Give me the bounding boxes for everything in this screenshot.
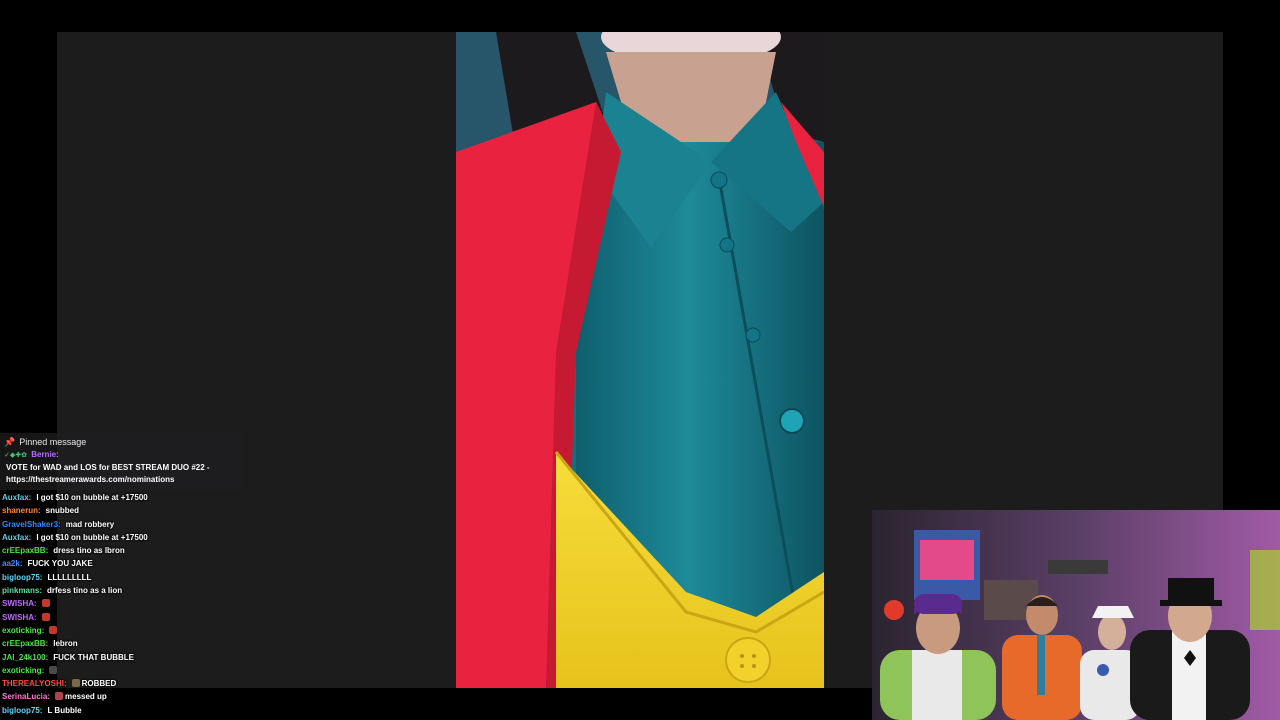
chat-username[interactable]: SerinaLucia: [2, 692, 50, 701]
chat-username[interactable]: crEEpaxBB: [2, 639, 48, 648]
chat-message: Auxfax: I got $10 on bubble at +17500 [2, 491, 243, 504]
chat-message: crEEpaxBB: lebron [2, 637, 243, 650]
emote-icon [41, 599, 50, 608]
streamer-cam-feed [872, 510, 1280, 720]
emote-icon [71, 679, 80, 688]
pin-icon: 📌 [4, 437, 16, 447]
chat-text: FUCK THAT BUBBLE [53, 652, 134, 662]
chat-text: dress tino as lbron [53, 546, 125, 556]
chat-message: shanerun: snubbed [2, 504, 243, 517]
pinned-message-header: 📌 Pinned message [4, 436, 239, 448]
emote-icon [49, 625, 58, 634]
emote-icon [49, 665, 58, 674]
chat-username[interactable]: pinkmans: [2, 586, 42, 595]
chat-username[interactable]: exoticking: [2, 626, 44, 635]
emote-icon [41, 612, 50, 621]
chat-username[interactable]: crEEpaxBB: [2, 546, 48, 555]
costume-closeup-image [456, 32, 824, 688]
chat-text: I got $10 on bubble at +17500 [36, 532, 148, 542]
chat-username[interactable]: shanerun: [2, 506, 41, 515]
chat-username[interactable]: aa2k: [2, 559, 22, 568]
chat-message: exoticking: [2, 624, 243, 637]
chat-message: bigloop75: LLLLLLLLL [2, 571, 243, 584]
chat-message: JAI_24k100: FUCK THAT BUBBLE [2, 651, 243, 664]
chat-message: SWISHA: [2, 611, 243, 624]
chat-message-list: Auxfax: I got $10 on bubble at +17500 shan… [0, 490, 245, 720]
chat-text: ROBBED [81, 679, 117, 689]
chat-text: I got $10 on bubble at +17500 [36, 493, 148, 502]
chat-text: FUCK YOU JAKE [27, 559, 93, 569]
chat-message: pinkmans: drfess tino as a lion [2, 584, 243, 597]
chat-username[interactable]: SWISHA: [2, 613, 37, 622]
chat-message: THEREALYOSHI: ROBBED [2, 677, 243, 690]
pinned-author[interactable]: Bernie [31, 450, 56, 459]
pinned-author-line: ✓◆✚✿ Bernie: [4, 450, 59, 459]
chat-message: bigloop75: L Bubble [2, 704, 243, 717]
chat-username[interactable]: THEREALYOSHI: [2, 679, 67, 688]
badge-icons: ✓◆✚✿ [4, 452, 27, 459]
chat-message: SWISHA: [2, 597, 243, 610]
pinned-message-text: VOTE for WAD and LOS for BEST STREAM DUO… [6, 463, 210, 484]
chat-text: mad robbery [65, 519, 115, 529]
chat-text: messed up [65, 692, 107, 702]
chat-username[interactable]: bigloop75: [2, 706, 42, 715]
chat-username[interactable]: SWISHA: [2, 599, 37, 608]
chat-message: GravelShaker3: mad robbery [2, 518, 243, 531]
streamers-group-image [872, 510, 1280, 720]
chat-username[interactable]: Auxfax: [2, 493, 31, 502]
chat-username[interactable]: JAI_24k100: [2, 653, 48, 662]
chat-message: crEEpaxBB: dress tino as lbron [2, 544, 243, 557]
emote-icon [55, 692, 64, 701]
chat-username[interactable]: bigloop75: [2, 573, 42, 582]
pinned-message[interactable]: 📌 Pinned message ✓◆✚✿ Bernie: VOTE for W… [0, 433, 245, 490]
chat-overlay: 📌 Pinned message ✓◆✚✿ Bernie: VOTE for W… [0, 433, 245, 720]
chat-message: aa2k: FUCK YOU JAKE [2, 557, 243, 570]
pinned-message-title: Pinned message [19, 437, 87, 447]
chat-text: snubbed [45, 506, 80, 516]
chat-username[interactable]: exoticking: [2, 666, 44, 675]
chat-text: drfess tino as a lion [47, 586, 123, 596]
chat-text: L Bubble [47, 705, 82, 715]
main-webcam-feed [456, 32, 824, 688]
chat-message: Auxfax: I got $10 on bubble at +17500 [2, 531, 243, 544]
chat-message: exoticking: [2, 664, 243, 677]
chat-username[interactable]: GravelShaker3: [2, 520, 61, 529]
chat-message: SerinaLucia: messed up [2, 690, 243, 703]
chat-text: lebron [53, 639, 78, 649]
chat-username[interactable]: Auxfax: [2, 533, 31, 542]
chat-text: LLLLLLLLL [47, 572, 92, 582]
